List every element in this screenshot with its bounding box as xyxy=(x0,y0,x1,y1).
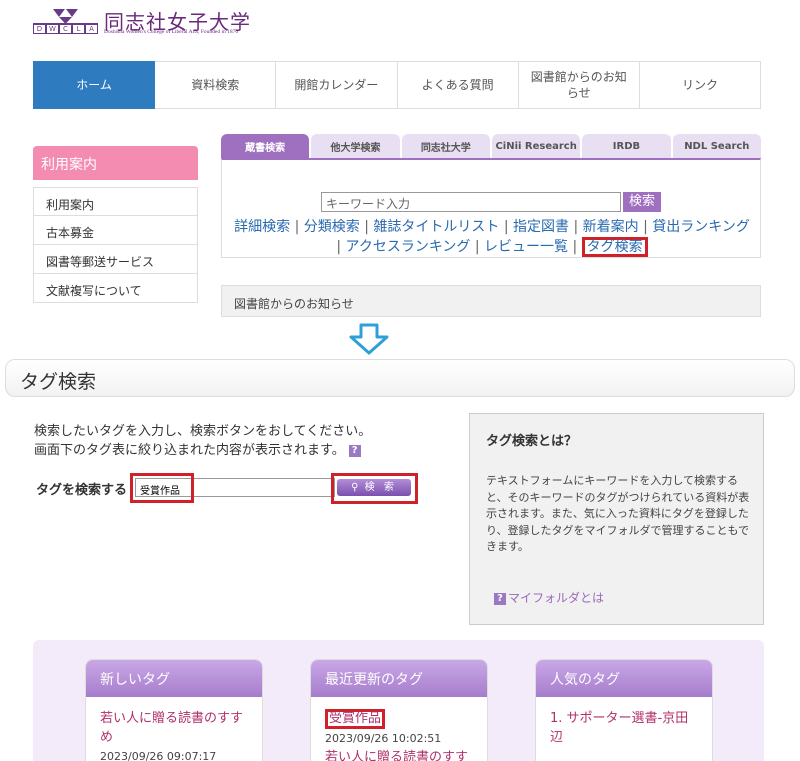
link-new-arrivals[interactable]: 新着案内 xyxy=(583,219,639,235)
logo-letter: D xyxy=(33,24,46,34)
sidebar-item-book-donation[interactable]: 古本募金 xyxy=(33,216,198,245)
tag-date: 2023/09/26 09:07:17 xyxy=(100,750,217,761)
link-separator: | xyxy=(290,219,304,235)
link-reserved-books[interactable]: 指定図書 xyxy=(513,219,569,235)
tag-date: 2023/09/26 10:02:51 xyxy=(325,732,442,745)
button-highlight-box xyxy=(331,473,418,504)
tag-link[interactable]: 1. サポーター選書-京田辺 xyxy=(550,709,698,747)
my-folder-link[interactable]: ? マイフォルダとは xyxy=(494,589,604,606)
link-tag-search[interactable]: タグ検索 xyxy=(581,237,648,257)
sidebar-item-guide[interactable]: 利用案内 xyxy=(33,187,198,216)
site-subtitle: Doshisha Women's College of Liberal Arts… xyxy=(104,29,239,35)
library-notice[interactable]: 図書館からのお知らせ xyxy=(221,285,761,317)
link-access-ranking[interactable]: アクセスランキング xyxy=(346,239,471,255)
search-tabs: 蔵書検索 他大学検索 同志社大学 CiNii Research IRDB NDL… xyxy=(221,134,761,158)
instruction-text: 検索したいタグを入力し、検索ボタンをおしてください。 xyxy=(34,424,372,439)
tab-irdb[interactable]: IRDB xyxy=(582,134,671,158)
tab-cinii[interactable]: CiNii Research xyxy=(491,134,581,158)
link-separator: | xyxy=(499,219,514,235)
tab-ndl[interactable]: NDL Search xyxy=(672,134,761,158)
tab-doshisha[interactable]: 同志社大学 xyxy=(401,134,490,158)
main-nav: ホーム 資料検索 開館カレンダー よくある質問 図書館からのお知らせ リンク xyxy=(33,61,762,109)
nav-calendar[interactable]: 開館カレンダー xyxy=(276,61,398,109)
sidebar-item-copy[interactable]: 文献複写について xyxy=(33,274,198,303)
about-title: タグ検索とは？ xyxy=(486,434,578,449)
nav-faq[interactable]: よくある質問 xyxy=(397,61,519,109)
card-title: 最近更新のタグ xyxy=(311,660,487,697)
logo-letter: A xyxy=(85,24,98,34)
logo-emblem-icon xyxy=(33,9,98,25)
sidebar-item-mail-service[interactable]: 図書等郵送サービス xyxy=(33,245,198,274)
link-separator: | xyxy=(569,219,583,235)
input-highlight-box xyxy=(130,473,194,503)
link-classification[interactable]: 分類検索 xyxy=(304,219,360,235)
about-body: テキストフォームにキーワードを入力して検索すると、そのキーワードのタグがつけられ… xyxy=(486,474,750,553)
down-arrow-icon xyxy=(349,323,389,355)
link-loan-ranking[interactable]: 貸出ランキング xyxy=(652,219,750,235)
tag-link[interactable]: 若い人に贈る読書のすす xyxy=(325,748,473,761)
keyword-search-button[interactable]: 検索 xyxy=(623,192,661,212)
card-recent-tags: 最近更新のタグ 受賞作品 2023/09/26 10:02:51 若い人に贈る読… xyxy=(310,659,488,761)
help-icon: ? xyxy=(494,592,506,605)
card-popular-tags: 人気のタグ 1. サポーター選書-京田辺 xyxy=(535,659,713,761)
link-reviews[interactable]: レビュー一覧 xyxy=(484,239,568,255)
page-title: タグ検索 xyxy=(5,359,795,397)
nav-search[interactable]: 資料検索 xyxy=(155,61,277,109)
link-separator: | xyxy=(359,219,374,235)
search-links: 詳細検索 | 分類検索 | 雑誌タイトルリスト | 指定図書 | 新着案内 | … xyxy=(232,218,752,257)
sidebar-list: 利用案内 古本募金 図書等郵送サービス 文献複写について xyxy=(33,187,198,303)
card-title: 人気のタグ xyxy=(536,660,712,697)
sidebar-heading: 利用案内 xyxy=(33,146,198,180)
link-separator: | xyxy=(470,239,485,255)
card-title: 新しいタグ xyxy=(86,660,262,697)
tab-other-univ[interactable]: 他大学検索 xyxy=(311,134,400,158)
my-folder-link-label: マイフォルダとは xyxy=(508,591,605,605)
link-separator: | xyxy=(638,219,653,235)
tab-collection[interactable]: 蔵書検索 xyxy=(221,134,310,158)
tag-search-label: タグを検索する xyxy=(36,483,128,498)
link-separator: | xyxy=(568,239,582,255)
logo-letters: D W C L A xyxy=(33,24,98,34)
tag-link[interactable]: 受賞作品 xyxy=(325,709,386,729)
keyword-input[interactable]: キーワード入力 xyxy=(321,192,621,212)
nav-home[interactable]: ホーム xyxy=(33,61,156,109)
logo-letter: L xyxy=(72,24,85,34)
tag-link[interactable]: 若い人に贈る読書のすすめ xyxy=(100,709,248,747)
link-advanced-search[interactable]: 詳細検索 xyxy=(234,219,290,235)
card-new-tags: 新しいタグ 若い人に贈る読書のすすめ 2023/09/26 09:07:17 xyxy=(85,659,263,761)
nav-news[interactable]: 図書館からのお知らせ xyxy=(518,61,640,109)
help-icon[interactable]: ? xyxy=(348,444,361,457)
instruction-text-2: 画面下のタグ表に絞り込まれた内容が表示されます。? xyxy=(34,439,361,458)
nav-links[interactable]: リンク xyxy=(639,61,762,109)
link-journal-list[interactable]: 雑誌タイトルリスト xyxy=(373,219,499,235)
link-separator: | xyxy=(336,239,346,255)
logo-letter: C xyxy=(59,24,72,34)
instruction-text-2-content: 画面下のタグ表に絞り込まれた内容が表示されます。 xyxy=(34,443,345,458)
logo-letter: W xyxy=(46,24,59,34)
